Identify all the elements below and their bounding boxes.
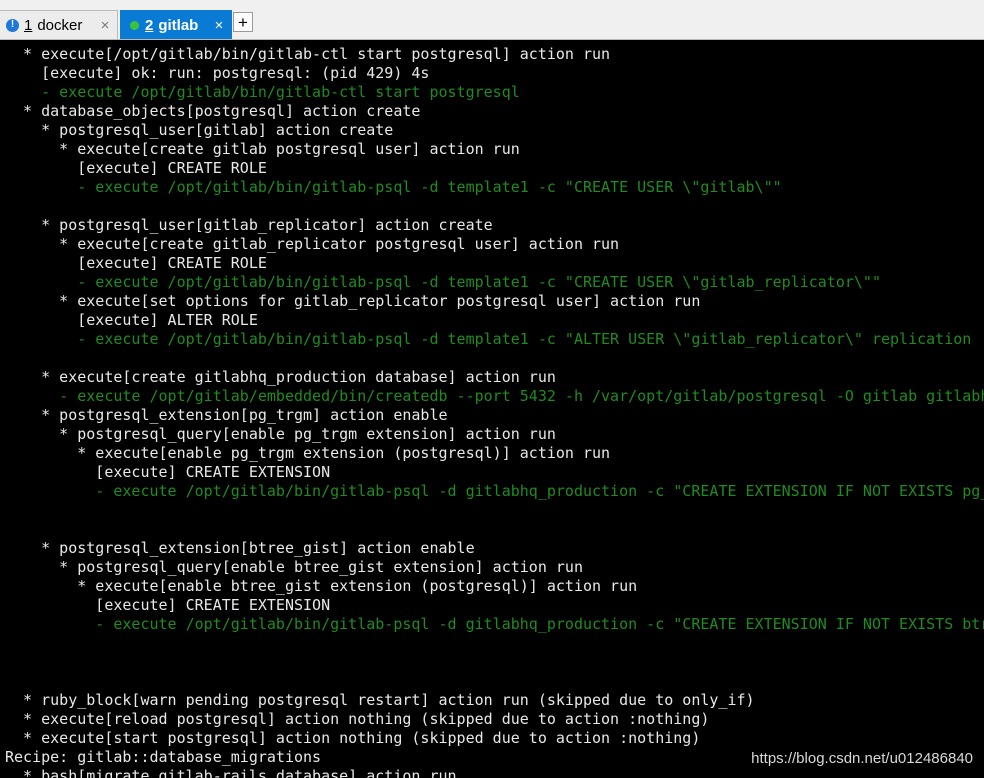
terminal-line: * execute[set options for gitlab_replica… <box>5 292 701 310</box>
terminal-output[interactable]: * execute[/opt/gitlab/bin/gitlab-ctl sta… <box>5 45 984 778</box>
terminal-line: [execute] CREATE ROLE <box>5 159 267 177</box>
terminal-line: - execute /opt/gitlab/bin/gitlab-psql -d… <box>5 615 984 633</box>
tab-label: gitlab <box>158 16 199 34</box>
new-tab-button[interactable]: + <box>233 12 253 32</box>
connected-dot-icon <box>130 20 139 30</box>
terminal-line: [execute] CREATE EXTENSION <box>5 463 331 481</box>
terminal-line: - execute /opt/gitlab/bin/gitlab-psql -d… <box>5 330 972 348</box>
terminal-line: * execute[reload postgresql] action noth… <box>5 710 710 728</box>
terminal-line: [execute] ok: run: postgresql: (pid 429)… <box>5 64 430 82</box>
terminal-line: * execute[enable btree_gist extension (p… <box>5 577 638 595</box>
terminal-line: * execute[start postgresql] action nothi… <box>5 729 701 747</box>
watermark: https://blog.csdn.net/u012486840 <box>751 750 973 767</box>
terminal-line: - execute /opt/gitlab/embedded/bin/creat… <box>5 387 984 405</box>
terminal-line: * postgresql_query[enable pg_trgm extens… <box>5 425 556 443</box>
terminal-line: * postgresql_extension[btree_gist] actio… <box>5 539 475 557</box>
terminal-line: [execute] CREATE ROLE <box>5 254 267 272</box>
terminal-line: * execute[/opt/gitlab/bin/gitlab-ctl sta… <box>5 45 611 63</box>
terminal-line: * bash[migrate gitlab-rails database] ac… <box>5 767 457 778</box>
terminal-line: * execute[create gitlab postgresql user]… <box>5 140 520 158</box>
info-icon: ! <box>6 18 19 32</box>
tab-docker[interactable]: ! 1 docker × <box>0 10 118 39</box>
terminal-line: * execute[create gitlab_replicator postg… <box>5 235 620 253</box>
terminal-line: * execute[enable pg_trgm extension (post… <box>5 444 611 462</box>
tab-number: 2 <box>145 16 154 34</box>
terminal-line: - execute /opt/gitlab/bin/gitlab-psql -d… <box>5 273 881 291</box>
close-icon[interactable]: × <box>97 17 113 34</box>
terminal-line: [execute] CREATE EXTENSION <box>5 596 331 614</box>
terminal-line: * postgresql_query[enable btree_gist ext… <box>5 558 583 576</box>
terminal-line: - execute /opt/gitlab/bin/gitlab-psql -d… <box>5 178 782 196</box>
tab-number: 1 <box>24 16 33 34</box>
terminal-line: - execute /opt/gitlab/bin/gitlab-ctl sta… <box>5 83 520 101</box>
tab-gitlab[interactable]: 2 gitlab × <box>120 10 232 39</box>
tab-label: docker <box>37 16 83 34</box>
terminal-line: * postgresql_user[gitlab_replicator] act… <box>5 216 493 234</box>
terminal-line: * ruby_block[warn pending postgresql res… <box>5 691 755 709</box>
terminal-line: - execute /opt/gitlab/bin/gitlab-psql -d… <box>5 482 984 500</box>
close-icon[interactable]: × <box>211 17 227 34</box>
tab-bar: ! 1 docker × 2 gitlab × + <box>0 0 984 40</box>
terminal-line: * database_objects[postgresql] action cr… <box>5 102 421 120</box>
terminal-line: * postgresql_extension[pg_trgm] action e… <box>5 406 448 424</box>
terminal-line: * postgresql_user[gitlab] action create <box>5 121 394 139</box>
terminal-line: * execute[create gitlabhq_production dat… <box>5 368 556 386</box>
terminal-line: [execute] ALTER ROLE <box>5 311 258 329</box>
